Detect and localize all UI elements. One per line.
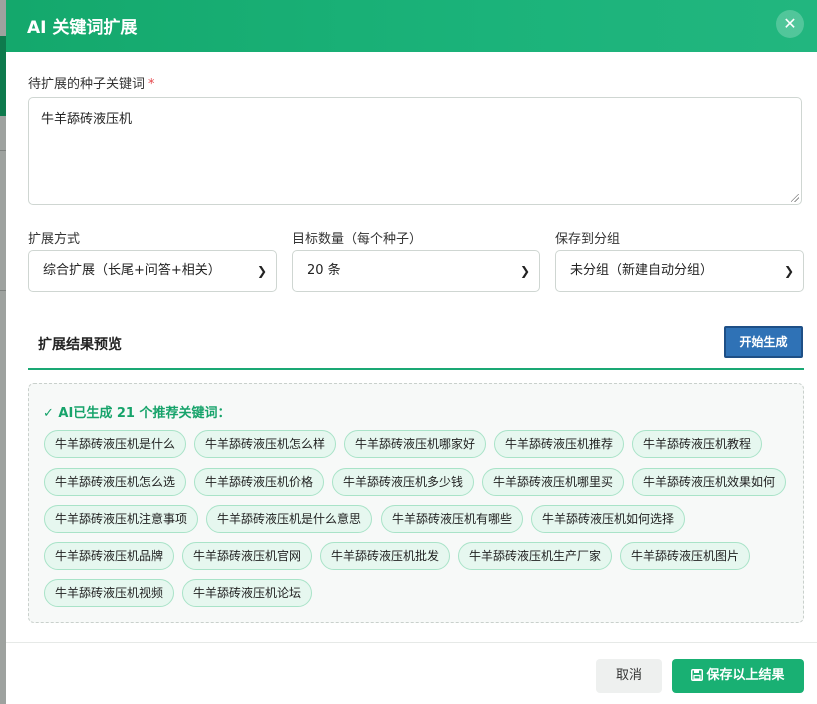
keyword-chip[interactable]: 牛羊舔砖液压机如何选择 [531, 505, 686, 533]
keyword-chip[interactable]: 牛羊舔砖液压机效果如何 [632, 468, 787, 496]
keyword-chip[interactable]: 牛羊舔砖液压机教程 [632, 430, 763, 458]
modal-header: AI 关键词扩展 ✕ [6, 0, 817, 52]
group-select[interactable]: 未分组（新建自动分组） ❯ [555, 250, 804, 292]
generate-button[interactable]: 开始生成 [724, 326, 803, 358]
close-button[interactable]: ✕ [776, 10, 804, 38]
result-heading: ✓ AI已生成 21 个推荐关键词： [43, 406, 231, 421]
keyword-chip[interactable]: 牛羊舔砖液压机视频 [44, 579, 175, 607]
seed-keywords-value: 牛羊舔砖液压机 [41, 112, 133, 127]
keyword-chip[interactable]: 牛羊舔砖液压机注意事项 [44, 505, 199, 533]
chevron-down-icon: ❯ [519, 264, 530, 278]
keyword-chip[interactable]: 牛羊舔砖液压机品牌 [44, 542, 175, 570]
keyword-chip[interactable]: 牛羊舔砖液压机哪家好 [344, 430, 487, 458]
keyword-chip[interactable]: 牛羊舔砖液压机图片 [620, 542, 751, 570]
close-icon: ✕ [783, 14, 797, 33]
method-select-value: 综合扩展（长尾+问答+相关） [43, 263, 221, 278]
modal-title: AI 关键词扩展 [27, 18, 138, 38]
count-select-value: 20 条 [307, 263, 341, 278]
method-label: 扩展方式 [28, 232, 81, 247]
keyword-chip[interactable]: 牛羊舔砖液压机推荐 [494, 430, 625, 458]
cancel-button[interactable]: 取消 [596, 659, 662, 693]
result-preview-box: ✓ AI已生成 21 个推荐关键词： 牛羊舔砖液压机是什么 牛羊舔砖液压机怎么样… [28, 383, 804, 623]
keyword-chip[interactable]: 牛羊舔砖液压机官网 [182, 542, 313, 570]
keyword-chip[interactable]: 牛羊舔砖液压机有哪些 [381, 505, 524, 533]
group-label: 保存到分组 [555, 232, 621, 247]
seed-label-text: 待扩展的种子关键词 [28, 77, 146, 92]
required-mark: * [148, 77, 155, 92]
save-icon [691, 661, 704, 695]
seed-keywords-textarea[interactable]: 牛羊舔砖液压机 [28, 97, 802, 205]
save-results-label: 保存以上结果 [706, 668, 785, 683]
chevron-down-icon: ❯ [783, 264, 794, 278]
keyword-chip[interactable]: 牛羊舔砖液压机是什么 [44, 430, 187, 458]
save-results-button[interactable]: 保存以上结果 [672, 659, 804, 693]
keyword-chip[interactable]: 牛羊舔砖液压机哪里买 [482, 468, 625, 496]
keyword-chip[interactable]: 牛羊舔砖液压机是什么意思 [206, 505, 373, 533]
keyword-chip[interactable]: 牛羊舔砖液压机论坛 [182, 579, 313, 607]
keyword-chip[interactable]: 牛羊舔砖液压机批发 [320, 542, 451, 570]
section-divider [28, 368, 804, 370]
keyword-chip[interactable]: 牛羊舔砖液压机怎么选 [44, 468, 187, 496]
group-select-value: 未分组（新建自动分组） [570, 263, 714, 278]
keyword-chip[interactable]: 牛羊舔砖液压机多少钱 [332, 468, 475, 496]
keyword-chip[interactable]: 牛羊舔砖液压机价格 [194, 468, 325, 496]
count-label: 目标数量（每个种子） [292, 232, 423, 247]
method-select[interactable]: 综合扩展（长尾+问答+相关） ❯ [28, 250, 277, 292]
count-select[interactable]: 20 条 ❯ [292, 250, 540, 292]
preview-title: 扩展结果预览 [38, 337, 122, 353]
keyword-expand-modal: AI 关键词扩展 ✕ 待扩展的种子关键词 * 牛羊舔砖液压机 扩展方式 综合扩展（… [6, 0, 817, 704]
keyword-chip[interactable]: 牛羊舔砖液压机生产厂家 [458, 542, 613, 570]
keyword-chip[interactable]: 牛羊舔砖液压机怎么样 [194, 430, 337, 458]
chevron-down-icon: ❯ [256, 264, 267, 278]
resize-handle-icon[interactable] [791, 194, 799, 202]
footer-divider [6, 642, 817, 643]
seed-label: 待扩展的种子关键词 * [28, 73, 155, 92]
